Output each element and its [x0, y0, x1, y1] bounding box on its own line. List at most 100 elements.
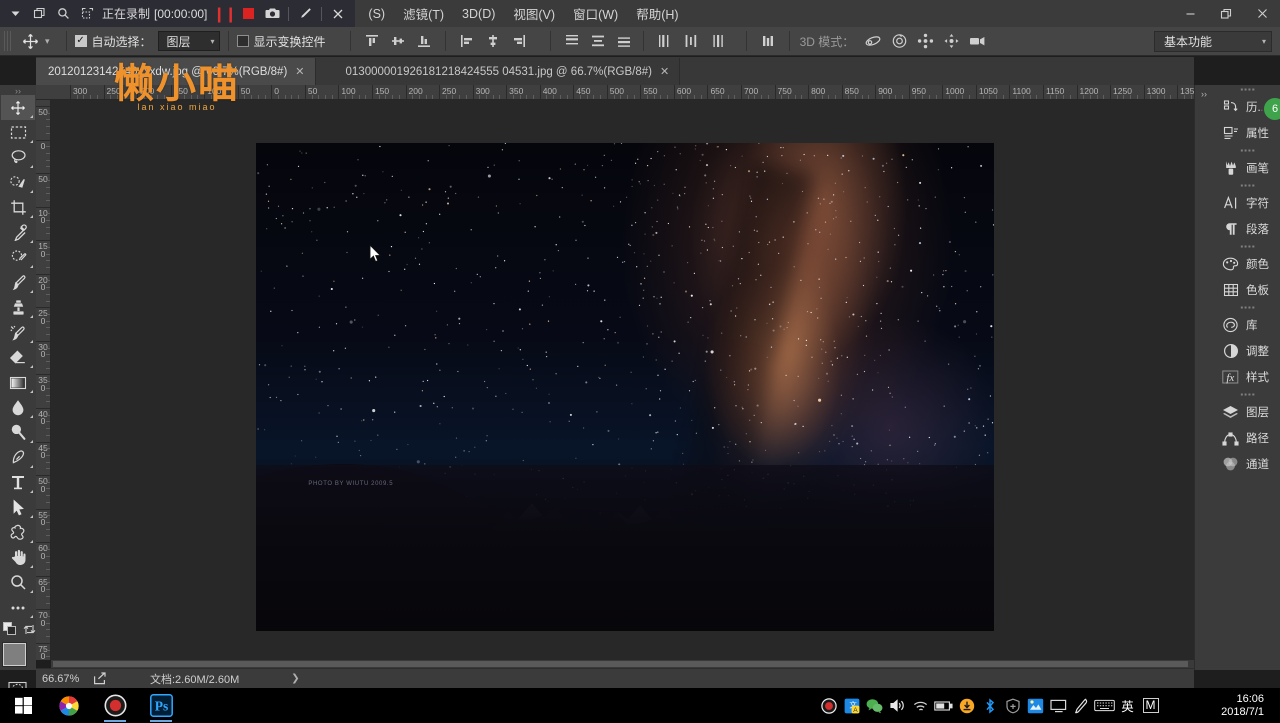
- brush-tool[interactable]: [1, 270, 35, 295]
- panel-button-libraries[interactable]: 库: [1216, 312, 1280, 338]
- taskbar-clock[interactable]: 16:06 2018/7/1: [1221, 688, 1264, 723]
- menu-item-view[interactable]: 视图(V): [504, 0, 564, 27]
- color-swatches[interactable]: [3, 643, 37, 677]
- chevron-down-icon[interactable]: [4, 3, 26, 25]
- security-icon[interactable]: [1001, 688, 1024, 723]
- pen-tool[interactable]: [1, 445, 35, 470]
- record-icon[interactable]: [817, 688, 840, 723]
- clone-stamp-tool[interactable]: [1, 295, 35, 320]
- document-canvas-image[interactable]: PHOTO BY WIUTU 2009.5: [256, 143, 994, 631]
- auto-select-dropdown[interactable]: 图层 ▾: [157, 31, 220, 51]
- document-tab-1[interactable]: 20120123142640_xxdw.jpg @ 66.7%(RGB/8#) …: [36, 58, 316, 85]
- pause-icon[interactable]: ❙❙: [213, 3, 237, 25]
- panel-button-swatches[interactable]: 色板: [1216, 277, 1280, 303]
- double-chevron-icon[interactable]: ››: [1195, 85, 1217, 99]
- panel-button-layers[interactable]: 图层: [1216, 399, 1280, 425]
- path-selection-tool[interactable]: [1, 495, 35, 520]
- minimize-button[interactable]: [1172, 0, 1208, 27]
- quick-selection-tool[interactable]: [1, 170, 35, 195]
- document-tab-2[interactable]: 013000001926181218424555 04531.jpg @ 66.…: [334, 58, 681, 85]
- taskbar-app-browser[interactable]: [46, 688, 92, 723]
- panel-button-channels[interactable]: 通道: [1216, 451, 1280, 477]
- move-tool-icon[interactable]: [17, 30, 43, 52]
- dock-group-grip[interactable]: ▪▪▪▪: [1216, 303, 1280, 312]
- tool-preset-caret-icon[interactable]: ▾: [43, 36, 58, 47]
- panel-button-brush[interactable]: 画笔: [1216, 155, 1280, 181]
- dodge-tool[interactable]: [1, 420, 35, 445]
- align-top-edges-icon[interactable]: [359, 30, 385, 52]
- menu-item-help[interactable]: 帮助(H): [627, 0, 687, 27]
- custom-shape-tool[interactable]: [1, 520, 35, 545]
- window-restore-icon[interactable]: [28, 3, 50, 25]
- camera-icon[interactable]: [261, 3, 283, 25]
- taskbar-app-screen-recorder[interactable]: [92, 688, 138, 723]
- network-icon[interactable]: [1024, 688, 1047, 723]
- panel-button-styles[interactable]: fx 样式: [1216, 364, 1280, 390]
- foreground-color-swatch[interactable]: [3, 643, 26, 666]
- dock-group-grip[interactable]: ▪▪▪▪: [1216, 242, 1280, 251]
- pen-icon[interactable]: [294, 3, 316, 25]
- share-icon[interactable]: [88, 672, 110, 685]
- dock-group-grip[interactable]: ▪▪▪▪: [1216, 146, 1280, 155]
- panel-button-paths[interactable]: 路径: [1216, 425, 1280, 451]
- download-manager-icon[interactable]: [955, 688, 978, 723]
- display-icon[interactable]: [1047, 688, 1070, 723]
- pen-tablet-icon[interactable]: [1070, 688, 1093, 723]
- roll-3d-icon[interactable]: [886, 30, 912, 52]
- close-icon[interactable]: ✕: [295, 65, 304, 78]
- distribute-bottom-edges-icon[interactable]: [611, 30, 637, 52]
- swap-colors-icon[interactable]: [23, 623, 36, 639]
- edit-toolbar-button[interactable]: [1, 595, 35, 620]
- distribute-vertical-centers-icon[interactable]: [585, 30, 611, 52]
- align-right-edges-icon[interactable]: [506, 30, 532, 52]
- distribute-right-edges-icon[interactable]: [704, 30, 730, 52]
- bluetooth-icon[interactable]: [978, 688, 1001, 723]
- dock-group-grip[interactable]: ▪▪▪▪: [1216, 85, 1280, 94]
- chevron-right-icon[interactable]: ❯: [291, 673, 299, 684]
- panel-button-color[interactable]: 颜色: [1216, 251, 1280, 277]
- zoom-tool[interactable]: [1, 570, 35, 595]
- taskbar-app-photoshop[interactable]: Ps: [138, 688, 184, 723]
- distribute-top-edges-icon[interactable]: [559, 30, 585, 52]
- battery-icon[interactable]: [932, 688, 955, 723]
- panel-button-paragraph[interactable]: 段落: [1216, 216, 1280, 242]
- lasso-tool[interactable]: [1, 145, 35, 170]
- dock-group-grip[interactable]: ▪▪▪▪: [1216, 181, 1280, 190]
- ime-language-indicator[interactable]: 英: [1116, 688, 1139, 723]
- align-vertical-centers-icon[interactable]: [385, 30, 411, 52]
- horizontal-type-tool[interactable]: [1, 470, 35, 495]
- history-brush-tool[interactable]: [1, 320, 35, 345]
- align-more-icon[interactable]: [755, 30, 781, 52]
- dock-collapse-column[interactable]: ››: [1195, 85, 1217, 670]
- maximize-button[interactable]: [1208, 0, 1244, 27]
- menu-item-filter[interactable]: 滤镜(T): [394, 0, 453, 27]
- spot-healing-brush-tool[interactable]: [1, 245, 35, 270]
- default-colors-icon[interactable]: [3, 622, 17, 639]
- canvas-area[interactable]: PHOTO BY WIUTU 2009.5: [51, 100, 1194, 660]
- menu-item-3d[interactable]: 3D(D): [453, 3, 504, 25]
- options-bar-grip[interactable]: [4, 31, 11, 51]
- distribute-horizontal-centers-icon[interactable]: [678, 30, 704, 52]
- ime-mode-indicator[interactable]: M: [1139, 688, 1162, 723]
- dock-group-grip[interactable]: ▪▪▪▪: [1216, 390, 1280, 399]
- move-tool[interactable]: [1, 95, 35, 120]
- stop-icon[interactable]: [237, 3, 259, 25]
- translate-icon[interactable]: 文A: [840, 688, 863, 723]
- close-icon[interactable]: [327, 3, 349, 25]
- align-left-edges-icon[interactable]: [454, 30, 480, 52]
- zoom-level[interactable]: 66.67%: [36, 673, 88, 685]
- show-transform-checkbox[interactable]: [236, 35, 249, 47]
- region-capture-icon[interactable]: [76, 3, 98, 25]
- wifi-icon[interactable]: [909, 688, 932, 723]
- orbit-3d-icon[interactable]: [860, 30, 886, 52]
- search-icon[interactable]: [52, 3, 74, 25]
- align-bottom-edges-icon[interactable]: [411, 30, 437, 52]
- horizontal-ruler[interactable]: 300 250 200 150 100 50 0 50 100 150 200 250 300 350 40…: [36, 85, 1194, 100]
- rectangular-marquee-tool[interactable]: [1, 120, 35, 145]
- volume-icon[interactable]: [886, 688, 909, 723]
- menu-item-0[interactable]: (S): [359, 3, 394, 25]
- eyedropper-tool[interactable]: [1, 220, 35, 245]
- horizontal-scrollbar[interactable]: [51, 660, 1194, 668]
- close-button[interactable]: [1244, 0, 1280, 27]
- vertical-ruler[interactable]: 50 0 50 100 150 200 250 300 350 400 450 500 550 600 65…: [36, 100, 51, 660]
